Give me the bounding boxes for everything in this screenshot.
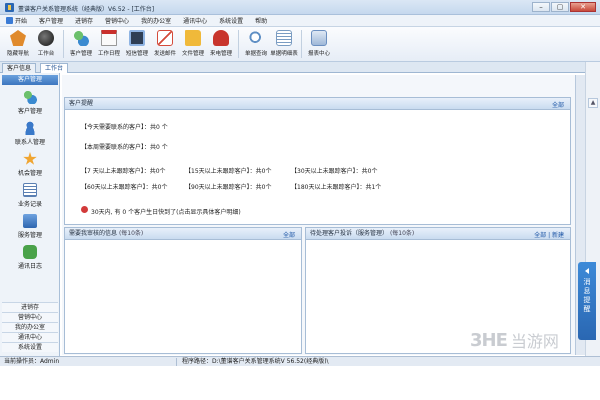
menu-office[interactable]: 我的办公室: [135, 16, 177, 25]
start-icon: [6, 17, 13, 24]
maximize-button[interactable]: ▢: [551, 2, 569, 12]
nav-header[interactable]: 客户管理: [2, 75, 58, 85]
toolbar-separator: [301, 30, 302, 58]
watermark-logo: 3HE: [470, 329, 508, 351]
reminder-panel: 客户提醒 全部 【今天需要联系的客户】：共0 个 【本周需要联系的客户】：共0 …: [64, 97, 571, 225]
menu-start[interactable]: 开始: [4, 16, 33, 25]
message-reminder-tab[interactable]: 消息提醒: [578, 262, 596, 340]
contact-icon: [23, 121, 37, 135]
tool-workbench[interactable]: 工作台: [32, 27, 60, 60]
reminder-panel-title: 客户提醒: [65, 98, 570, 110]
tabs-bar: 客户信息 工作台: [0, 62, 600, 73]
nav-item-contact[interactable]: 联系人管理: [2, 118, 58, 148]
workbench-icon: [38, 30, 54, 46]
menu-customer[interactable]: 客户管理: [33, 16, 69, 25]
nav-section-settings[interactable]: 系统设置: [2, 342, 58, 352]
menu-start-label: 开始: [15, 18, 28, 25]
nav-item-chat[interactable]: 通讯日志: [2, 242, 58, 272]
tool-doc-search[interactable]: 单据查询: [242, 27, 270, 60]
service-icon: [23, 214, 37, 228]
nav-section-office[interactable]: 我的办公室: [2, 322, 58, 332]
star-icon: [23, 152, 37, 165]
menu-help[interactable]: 帮助: [249, 16, 273, 25]
doc-search-icon: [248, 30, 264, 46]
window-controls: – ▢ ✕: [532, 2, 596, 12]
reminder-all-link[interactable]: 全部: [552, 100, 564, 109]
reminder-week[interactable]: 【本周需要联系的客户】：共0 个: [81, 142, 168, 151]
watermark: 3HE 当游网: [470, 328, 559, 352]
toolbar-separator: [63, 30, 64, 58]
record-icon: [23, 183, 37, 197]
window-title: 董谱客户关系管理系统（经典版）V6.52 - [工作台]: [18, 6, 155, 13]
toolbar: 隐藏导航 工作台 客户管理 工作日程 短信管理 发送邮件 文件管理 来电管理 单…: [0, 27, 600, 62]
main-area: 客户提醒 全部 【今天需要联系的客户】：共0 个 【本周需要联系的客户】：共0 …: [62, 75, 575, 355]
calendar-icon: [101, 30, 117, 46]
email-icon: [157, 30, 173, 46]
tool-hide-nav[interactable]: 隐藏导航: [4, 27, 32, 60]
approval-panel-title: 需要我审核的信息 (每10条): [65, 228, 301, 240]
status-operator: 当前操作员：Admin: [4, 358, 60, 365]
left-nav: 客户管理 客户管理 联系人管理 机会管理 业务记录 服务管理 通讯日志 进销存 …: [0, 73, 60, 356]
tool-calendar[interactable]: 工作日程: [95, 27, 123, 60]
reminder-15days[interactable]: 【15天以上未跟踪客户】：共0个: [185, 166, 271, 175]
nav-section-communication[interactable]: 通讯中心: [2, 332, 58, 342]
toolbar-separator: [238, 30, 239, 58]
approval-all-link[interactable]: 全部: [283, 230, 295, 239]
menu-communication[interactable]: 通讯中心: [177, 16, 213, 25]
phone-icon: [213, 30, 229, 46]
tool-report[interactable]: 报表中心: [305, 27, 333, 60]
menu-inventory[interactable]: 进销存: [69, 16, 99, 25]
app-logo-icon: [5, 3, 14, 12]
nav-section-marketing[interactable]: 营销中心: [2, 312, 58, 322]
menu-settings[interactable]: 系统设置: [213, 16, 249, 25]
nav-item-opportunity[interactable]: 机会管理: [2, 149, 58, 179]
reminder-60days[interactable]: 【60天以上未跟踪客户】：共0个: [81, 182, 167, 191]
nav-section-inventory[interactable]: 进销存: [2, 302, 58, 312]
tool-files[interactable]: 文件管理: [179, 27, 207, 60]
chat-icon: [23, 245, 37, 259]
sms-icon: [129, 30, 145, 46]
bottom-margin: [0, 366, 600, 400]
folder-icon: [185, 30, 201, 46]
doc-detail-icon: [276, 30, 292, 46]
approval-panel: 需要我审核的信息 (每10条) 全部: [64, 227, 302, 354]
service-links[interactable]: 全部 | 新建: [534, 230, 564, 239]
reminder-today[interactable]: 【今天需要联系的客户】：共0 个: [81, 122, 168, 131]
reminder-7days[interactable]: 【7 天以上未跟踪客户】：共0个: [81, 166, 166, 175]
report-icon: [311, 30, 327, 46]
watermark-text: 当游网: [510, 332, 559, 351]
tool-email[interactable]: 发送邮件: [151, 27, 179, 60]
tool-phone[interactable]: 来电管理: [207, 27, 235, 60]
reminder-90days[interactable]: 【90天以上未跟踪客户】：共0个: [185, 182, 271, 191]
close-button[interactable]: ✕: [570, 2, 596, 12]
scroll-up-button[interactable]: ▲: [588, 98, 598, 108]
expand-arrow-icon: [585, 268, 589, 274]
customer-icon: [23, 90, 37, 104]
birthday-alert-icon: [81, 206, 88, 213]
tool-customer[interactable]: 客户管理: [67, 27, 95, 60]
minimize-button[interactable]: –: [532, 2, 550, 12]
title-bar: 董谱客户关系管理系统（经典版）V6.52 - [工作台] – ▢ ✕: [0, 0, 600, 15]
nav-item-record[interactable]: 业务记录: [2, 180, 58, 210]
status-path: 程序路径：D:\董谱客户关系管理系统V 56.52(经典版)\: [182, 358, 329, 365]
customer-icon: [73, 30, 89, 46]
nav-item-customer[interactable]: 客户管理: [2, 87, 58, 117]
menu-marketing[interactable]: 营销中心: [99, 16, 135, 25]
menu-bar: 开始 客户管理 进销存 营销中心 我的办公室 通讯中心 系统设置 帮助: [0, 15, 600, 27]
status-separator: [176, 358, 177, 366]
tool-sms[interactable]: 短信管理: [123, 27, 151, 60]
nav-item-service[interactable]: 服务管理: [2, 211, 58, 241]
reminder-180days[interactable]: 【180天以上未跟踪客户】：共1个: [291, 182, 381, 191]
tab-customer-info[interactable]: 客户信息: [2, 63, 37, 73]
tab-workbench[interactable]: 工作台: [40, 63, 69, 73]
status-bar: 当前操作员：Admin 程序路径：D:\董谱客户关系管理系统V 56.52(经典…: [0, 356, 600, 366]
service-panel-title: 待处理客户投诉（服务管理） (每10条): [306, 228, 570, 240]
hide-nav-icon: [10, 30, 26, 46]
tool-doc-detail[interactable]: 单据明细表: [270, 27, 298, 60]
birthday-reminder[interactable]: 30天内, 有 0 个客户生日快到了(点击显示具体客户明细): [91, 207, 241, 216]
reminder-30days[interactable]: 【30天以上未跟踪客户】：共0个: [291, 166, 377, 175]
